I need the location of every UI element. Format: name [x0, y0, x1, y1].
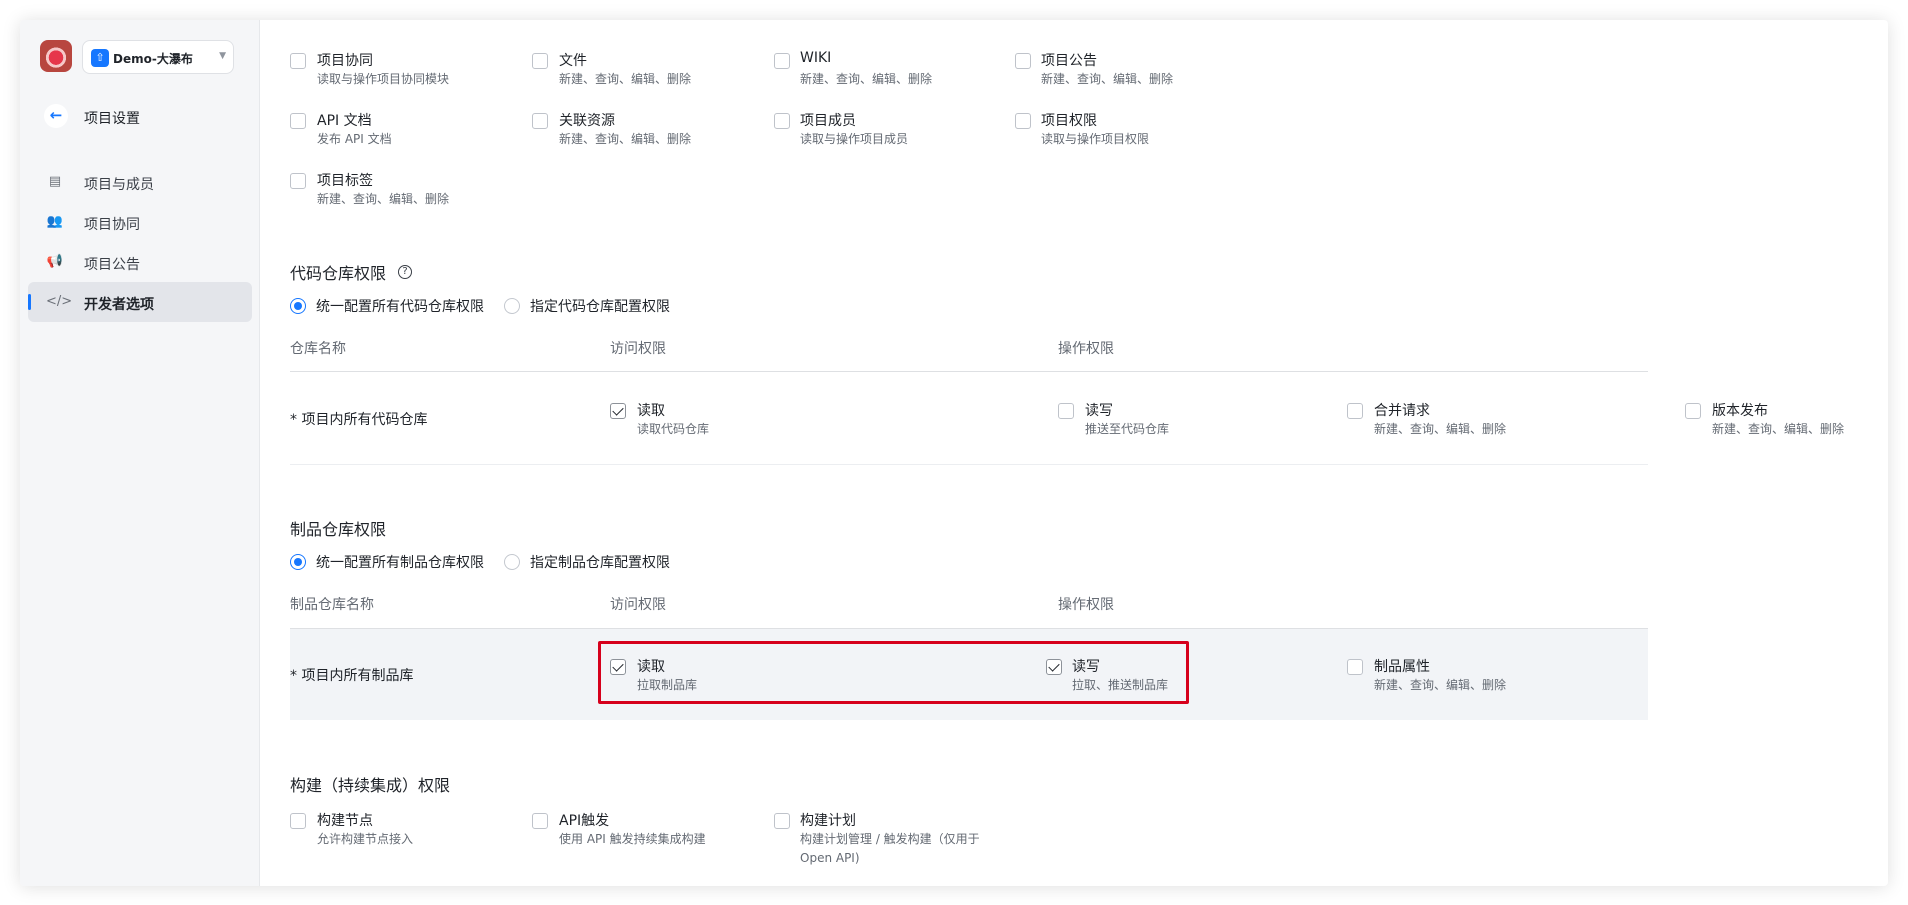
perm-desc: 新建、查询、编辑、删除 [1712, 422, 1845, 436]
sidebar-item-label: 项目公告 [84, 257, 140, 273]
team-avatar[interactable] [40, 40, 72, 72]
perm-desc: 新建、查询、编辑、删除 [559, 72, 692, 86]
perm-title: 构建节点 [317, 813, 373, 829]
checkbox-project-tags[interactable] [290, 173, 306, 189]
radio-label: 指定制品仓库配置权限 [530, 555, 670, 571]
checkbox-announcements[interactable] [1015, 53, 1031, 69]
perm-title: 读写 [1085, 403, 1113, 419]
perm-title: WIKI [800, 50, 832, 66]
perm-title: 项目权限 [1041, 113, 1097, 129]
col-ops: 操作权限 [1058, 341, 1114, 357]
active-indicator [28, 294, 31, 310]
sidebar-item-project-members[interactable]: ▤ 项目与成员 [28, 162, 252, 202]
perm-desc: 新建、查询、编辑、删除 [1374, 678, 1507, 692]
perm-title: 项目公告 [1041, 53, 1097, 69]
checkbox-merge-request[interactable] [1347, 403, 1363, 419]
checkbox-project-permissions[interactable] [1015, 113, 1031, 129]
back-arrow-icon[interactable]: ← [44, 104, 68, 128]
sidebar-item-announcements[interactable]: 📢 项目公告 [28, 242, 252, 282]
perm-desc: 新建、查询、编辑、删除 [559, 132, 692, 146]
row-divider [290, 464, 1648, 465]
perm-desc-cont: Open API) [800, 851, 860, 865]
perm-title: 关联资源 [559, 113, 615, 129]
perm-desc: 推送至代码仓库 [1085, 422, 1170, 436]
sidebar-item-label: 项目与成员 [84, 177, 154, 193]
checkbox-artifact-properties[interactable] [1347, 659, 1363, 675]
checkbox-collaboration[interactable] [290, 53, 306, 69]
highlight-box [598, 641, 1189, 704]
checkbox-files[interactable] [532, 53, 548, 69]
megaphone-icon: 📢 [46, 254, 64, 269]
repo-row-name: * 项目内所有代码仓库 [290, 412, 428, 428]
perm-title: 项目标签 [317, 173, 373, 189]
code-repo-title: 代码仓库权限 [290, 264, 387, 283]
radio-code-specific[interactable] [504, 298, 520, 314]
perm-title: 文件 [559, 53, 587, 69]
settings-title: 项目设置 [84, 111, 140, 127]
perm-desc: 使用 API 触发持续集成构建 [559, 832, 706, 846]
ci-title: 构建（持续集成）权限 [290, 776, 451, 795]
radio-label: 指定代码仓库配置权限 [530, 299, 670, 315]
perm-title: 构建计划 [800, 813, 856, 829]
sidebar-item-label: 项目协同 [84, 217, 140, 233]
workspace-selector[interactable]: ⇧ Demo-大瀑布 ▼ [82, 40, 234, 74]
help-icon[interactable]: ? [398, 265, 412, 279]
code-icon: </> [46, 294, 73, 309]
workspace-name: Demo-大瀑布 [113, 52, 193, 66]
checkbox-project-members[interactable] [774, 113, 790, 129]
perm-desc: 新建、查询、编辑、删除 [317, 192, 450, 206]
perm-title: 项目成员 [800, 113, 856, 129]
checkbox-api-trigger[interactable] [532, 813, 548, 829]
sidebar: ⇧ Demo-大瀑布 ▼ ← 项目设置 ▤ 项目与成员 👥 项目协同 📢 项目公… [20, 20, 260, 886]
perm-desc: 新建、查询、编辑、删除 [800, 72, 933, 86]
artifact-repo-title: 制品仓库权限 [290, 520, 387, 539]
perm-desc: 发布 API 文档 [317, 132, 392, 146]
perm-desc: 读取与操作项目协同模块 [317, 72, 450, 86]
perm-title: 制品属性 [1374, 659, 1430, 675]
sidebar-item-label: 开发者选项 [84, 297, 154, 313]
perm-desc: 构建计划管理 / 触发构建（仅用于 [800, 832, 980, 846]
perm-desc: 读取与操作项目成员 [800, 132, 909, 146]
perm-desc: 读取与操作项目权限 [1041, 132, 1150, 146]
perm-desc: 新建、查询、编辑、删除 [1374, 422, 1507, 436]
col-access: 访问权限 [610, 597, 666, 613]
project-logo-icon: ⇧ [91, 49, 109, 67]
radio-label: 统一配置所有制品仓库权限 [316, 555, 484, 571]
radio-artifact-specific[interactable] [504, 554, 520, 570]
checkbox-build-plan[interactable] [774, 813, 790, 829]
checkbox-build-node[interactable] [290, 813, 306, 829]
chevron-down-icon: ▼ [219, 51, 226, 61]
perm-title: API 文档 [317, 113, 372, 129]
perm-title: 项目协同 [317, 53, 373, 69]
checkbox-wiki[interactable] [774, 53, 790, 69]
perm-title: API触发 [559, 813, 610, 829]
sidebar-item-collaboration[interactable]: 👥 项目协同 [28, 202, 252, 242]
radio-label: 统一配置所有代码仓库权限 [316, 299, 484, 315]
checkbox-api-docs[interactable] [290, 113, 306, 129]
perm-desc: 读取代码仓库 [637, 422, 710, 436]
perm-title: 版本发布 [1712, 403, 1768, 419]
perm-title: 读取 [637, 403, 665, 419]
people-icon: 👥 [46, 214, 64, 229]
project-member-icon: ▤ [48, 174, 62, 189]
app-window: ⇧ Demo-大瀑布 ▼ ← 项目设置 ▤ 项目与成员 👥 项目协同 📢 项目公… [20, 20, 1888, 886]
perm-title: 合并请求 [1374, 403, 1430, 419]
col-repo-name: 仓库名称 [290, 341, 346, 357]
checkbox-code-read[interactable] [610, 403, 626, 419]
back-to-settings[interactable]: ← 项目设置 [44, 100, 244, 132]
col-artifact-name: 制品仓库名称 [290, 597, 374, 613]
radio-artifact-all[interactable] [290, 554, 306, 570]
checkbox-release[interactable] [1685, 403, 1701, 419]
radio-code-all[interactable] [290, 298, 306, 314]
col-ops: 操作权限 [1058, 597, 1114, 613]
col-access: 访问权限 [610, 341, 666, 357]
workspace-row: ⇧ Demo-大瀑布 ▼ [40, 40, 250, 74]
perm-desc: 新建、查询、编辑、删除 [1041, 72, 1174, 86]
checkbox-code-readwrite[interactable] [1058, 403, 1074, 419]
table-divider [290, 371, 1648, 372]
perm-desc: 允许构建节点接入 [317, 832, 414, 846]
sidebar-item-developer-options[interactable]: </> 开发者选项 [28, 282, 252, 322]
checkbox-linked-resources[interactable] [532, 113, 548, 129]
artifact-row-name: * 项目内所有制品库 [290, 668, 414, 684]
